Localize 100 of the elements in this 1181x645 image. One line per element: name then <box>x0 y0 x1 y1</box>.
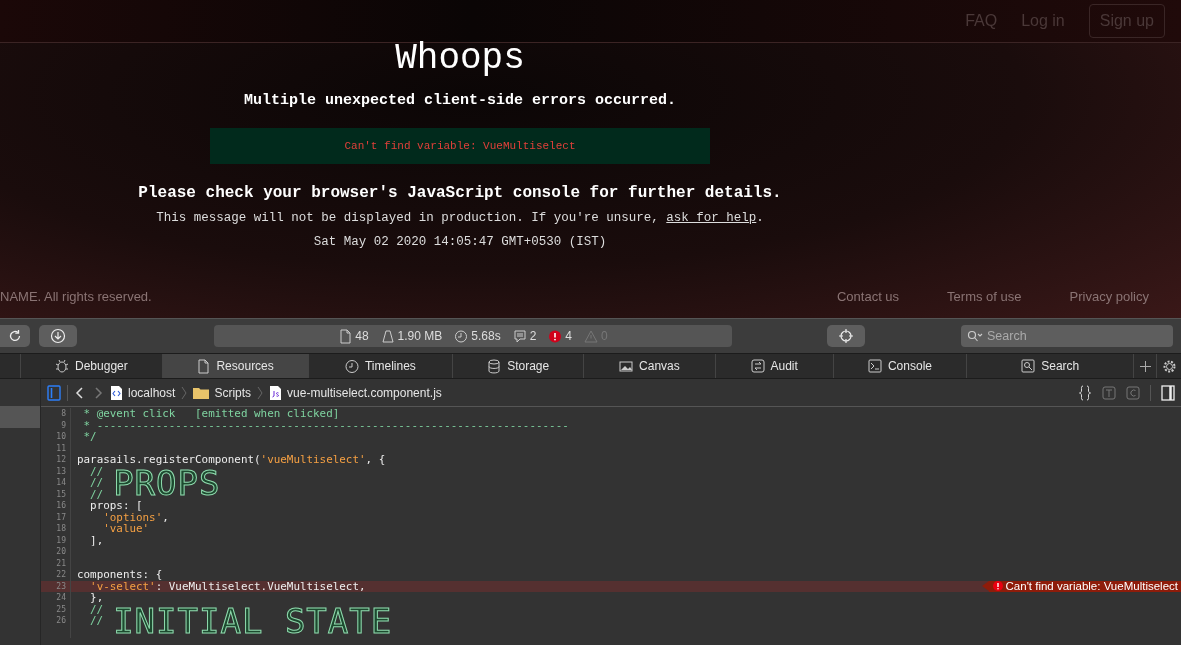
line-number: 24 <box>41 592 71 604</box>
braces-icon[interactable] <box>1078 384 1092 401</box>
size-count[interactable]: 1.90 MB <box>380 328 443 344</box>
tab[interactable]: Console <box>832 354 967 378</box>
tab[interactable]: Audit <box>714 354 833 378</box>
line-number: 26 <box>55 615 66 627</box>
clock-icon <box>454 328 469 344</box>
footer-link[interactable]: Contact us <box>836 289 900 304</box>
ascii-banner-text: INITIAL STATE <box>113 603 393 638</box>
copyright-text: NAME. All rights reserved. <box>0 289 152 304</box>
error-message: Can't find variable: VueMultiselect <box>210 128 710 164</box>
error-subtitle: Multiple unexpected client-side errors occurred. <box>243 92 677 109</box>
code-comment: // <box>90 615 104 627</box>
line-number: 8 <box>41 408 71 420</box>
error-icon <box>548 328 563 344</box>
code-line: components: { <box>77 569 163 581</box>
line-number: 22 <box>41 569 71 581</box>
code-line: }, <box>89 592 104 604</box>
code-comment: // <box>90 477 104 489</box>
tab[interactable]: Storage <box>452 354 584 378</box>
line-number: 11 <box>41 442 71 454</box>
line-number: 12 <box>41 454 71 466</box>
line-number: 16 <box>41 500 71 512</box>
line-number: 23 <box>41 580 71 592</box>
code-line: */ <box>82 431 97 443</box>
line-number: 21 <box>41 557 71 569</box>
count-value: 2 <box>529 329 537 343</box>
chevron-icon <box>181 385 188 400</box>
tab[interactable]: Debugger <box>20 354 162 378</box>
line-number: 20 <box>41 546 71 558</box>
document-icon <box>338 328 353 344</box>
code-line: 'v-select': VueMultiselect.VueMultiselect, <box>90 580 366 592</box>
line-number: 18 <box>41 523 71 535</box>
tab[interactable]: Canvas <box>583 354 715 378</box>
line-number: 10 <box>41 431 71 443</box>
clock-icon <box>344 358 359 374</box>
line-number: 15 <box>55 488 66 500</box>
message-icon <box>512 328 527 344</box>
tab[interactable]: Search <box>966 354 1134 378</box>
code-line: ], <box>89 534 104 546</box>
breadcrumb-item[interactable]: Scripts <box>193 384 252 401</box>
search-icon <box>967 330 983 342</box>
line-number: 13 <box>55 465 66 477</box>
bug-icon <box>55 358 69 374</box>
footer-link[interactable]: Terms of use <box>947 289 1022 304</box>
document-icon <box>196 358 211 374</box>
reload-button[interactable] <box>0 325 30 347</box>
note-text: This message will not be displayed in production. If you're unsure, ask for help. <box>156 211 764 225</box>
advice-text: Please check your browser's JavaScript console for further details. <box>138 184 782 202</box>
swap-icon <box>750 358 765 374</box>
resources-count[interactable]: 48 <box>338 328 369 344</box>
help-link[interactable]: ask for help <box>666 211 757 225</box>
time-count[interactable]: 5.68s <box>454 328 501 344</box>
image-icon <box>619 358 634 374</box>
error-icon <box>992 581 1003 592</box>
timestamp: Sat May 02 2020 14:05:47 GMT+0530 (IST) <box>313 235 607 249</box>
chevron-icon <box>257 385 264 400</box>
count-value: 5.68s <box>471 329 501 343</box>
ascii-banner-text: PROPS <box>113 465 221 500</box>
code-line: props: [ <box>89 500 143 512</box>
warning-icon <box>584 328 599 344</box>
count-value: 4 <box>565 329 573 343</box>
breadcrumb-item[interactable]: localhost <box>110 384 176 401</box>
download-button[interactable] <box>39 325 77 347</box>
reload-icon <box>8 329 22 343</box>
footer-link[interactable]: Privacy policy <box>1069 289 1149 304</box>
page-title: Whoops <box>395 41 525 77</box>
code-line: 'value' <box>102 523 150 535</box>
weight-icon <box>380 328 395 344</box>
sidebar-toggle-icon[interactable] <box>47 384 61 401</box>
line-number: 9 <box>41 419 71 431</box>
search-field[interactable]: Search <box>961 325 1173 347</box>
line-number: 25 <box>55 603 66 615</box>
line-number: 17 <box>41 511 71 523</box>
crosshair-icon <box>838 328 854 344</box>
js-file-icon <box>269 384 283 401</box>
file-icon <box>110 384 123 401</box>
errors-count[interactable]: 4 <box>548 328 573 344</box>
inspect-button[interactable] <box>827 325 865 347</box>
code-comment: // <box>90 603 104 615</box>
count-value: 48 <box>355 329 369 343</box>
terminal-icon <box>867 358 882 374</box>
download-icon <box>50 328 66 344</box>
code-line: 'options', <box>103 511 169 523</box>
code-line: parasails.registerComponent('vueMultiselect', { <box>77 454 386 466</box>
database-icon <box>487 358 502 374</box>
tab[interactable]: Timelines <box>307 354 453 378</box>
tab[interactable]: Resources <box>161 354 308 378</box>
line-number: 19 <box>41 534 71 546</box>
settings-icon[interactable] <box>1161 358 1177 374</box>
search-icon <box>1021 358 1036 374</box>
code-line: * @event click [emitted when clicked] <box>82 408 340 420</box>
code-comment: // <box>90 488 104 500</box>
breadcrumb-item[interactable]: vue-multiselect.component.js <box>269 384 442 401</box>
count-value: 1.90 MB <box>397 329 443 343</box>
logs-count[interactable]: 2 <box>512 328 537 344</box>
line-number: 14 <box>55 477 66 489</box>
code-comment: // <box>90 465 104 477</box>
plus-icon[interactable] <box>1138 359 1152 373</box>
panel-icon[interactable] <box>1161 384 1175 401</box>
